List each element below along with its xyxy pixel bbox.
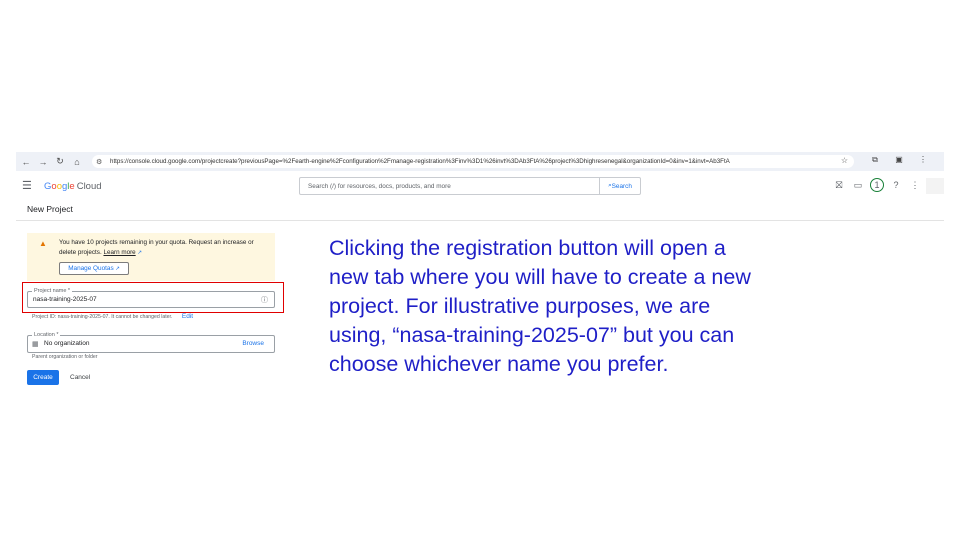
caption-line: using, “nasa-training-2025-07” but you c… xyxy=(329,323,735,347)
project-id-text: Project ID: nasa-training-2025-07. It ca… xyxy=(32,314,173,320)
project-name-label: Project name * xyxy=(32,288,73,294)
external-link-icon: ↗ xyxy=(137,250,143,256)
gift-icon[interactable]: ⛝ xyxy=(832,178,846,192)
edit-project-id-button[interactable]: Edit xyxy=(182,313,193,320)
project-name-value: nasa-training-2025-07 xyxy=(33,296,97,303)
cloud-shell-icon[interactable]: ▭ xyxy=(851,178,865,192)
hamburger-menu-icon[interactable]: ☰ xyxy=(22,179,32,192)
caption-line: project. For illustrative purposes, we a… xyxy=(329,294,711,318)
home-icon[interactable]: ⌂ xyxy=(70,155,84,169)
help-icon[interactable]: ? xyxy=(889,178,903,192)
caption-text: Clicking the registration button will op… xyxy=(329,234,819,379)
notice-text: You have 10 projects remaining in your q… xyxy=(59,239,254,256)
caption-line: new tab where you will have to create a … xyxy=(329,265,751,289)
more-options-icon[interactable]: ⋮ xyxy=(908,178,922,192)
url-text: https://console.cloud.google.com/project… xyxy=(110,158,730,165)
forward-arrow-icon[interactable]: → xyxy=(36,155,50,169)
help-circle-icon[interactable]: ⓘ xyxy=(261,295,268,305)
location-hint: Parent organization or folder xyxy=(32,354,98,360)
create-button[interactable]: Create xyxy=(27,370,59,385)
browser-menu-icon[interactable]: ⋮ xyxy=(916,155,930,165)
location-field[interactable]: Location * ▦ No organization Browse xyxy=(27,332,275,353)
search-input[interactable]: Search (/) for resources, docs, products… xyxy=(299,177,641,195)
project-id-row: Project ID: nasa-training-2025-07. It ca… xyxy=(32,313,193,320)
warning-icon: ▲ xyxy=(39,239,47,248)
notifications-badge[interactable]: 1 xyxy=(870,178,884,192)
extensions-icon[interactable]: ⧉ xyxy=(868,155,882,165)
back-arrow-icon[interactable]: ← xyxy=(19,155,33,169)
caption-line: choose whichever name you prefer. xyxy=(329,352,669,376)
google-cloud-logo[interactable]: Google Cloud xyxy=(44,181,102,192)
external-link-icon: ↗ xyxy=(113,265,120,272)
location-value: No organization xyxy=(44,340,90,347)
browser-toolbar: ← → ↻ ⌂ ⚙ https://console.cloud.google.c… xyxy=(16,152,944,171)
organization-icon: ▦ xyxy=(32,341,39,348)
search-placeholder: Search (/) for resources, docs, products… xyxy=(308,182,451,190)
project-name-field[interactable]: Project name * nasa-training-2025-07 ⓘ xyxy=(27,288,275,308)
manage-quotas-button[interactable]: Manage Quotas ↗ xyxy=(59,262,129,275)
page-title: New Project xyxy=(27,204,73,214)
browser-actions: ⧉ ▣ ⋮ xyxy=(858,155,930,165)
browse-button[interactable]: Browse xyxy=(242,340,264,347)
avatar[interactable] xyxy=(926,178,944,194)
site-info-icon[interactable]: ⚙ xyxy=(96,158,108,166)
reload-icon[interactable]: ↻ xyxy=(53,155,67,169)
divider xyxy=(16,220,944,221)
location-label: Location * xyxy=(32,332,61,338)
tab-search-icon[interactable]: ▣ xyxy=(892,155,906,165)
search-button[interactable]: ⌕ Search xyxy=(599,178,640,194)
quota-notice: ▲ You have 10 projects remaining in your… xyxy=(27,233,275,281)
bookmark-star-icon[interactable]: ☆ xyxy=(841,156,848,165)
caption-line: Clicking the registration button will op… xyxy=(329,236,726,260)
address-bar[interactable]: ⚙ https://console.cloud.google.com/proje… xyxy=(92,155,854,168)
app-header: ☰ Google Cloud Search (/) for resources, … xyxy=(16,174,944,198)
header-actions: ⛝ ▭ 1 ? ⋮ xyxy=(832,178,927,192)
cancel-button[interactable]: Cancel xyxy=(70,374,90,381)
learn-more-link[interactable]: Learn more xyxy=(103,249,135,256)
